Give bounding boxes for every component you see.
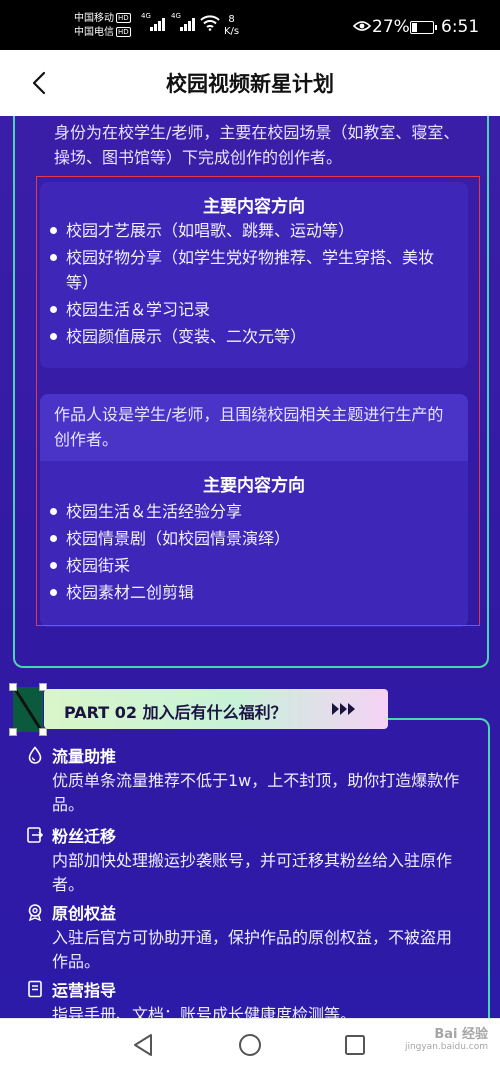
- nav-back-icon[interactable]: [132, 1033, 154, 1057]
- triple-arrow-icon: [332, 703, 355, 715]
- list-item: 校园颜值展示（变装、二次元等）: [48, 324, 448, 349]
- watermark-brand: Bai 经验: [434, 1027, 488, 1042]
- benefit-title: 粉丝迁移: [52, 827, 117, 846]
- hd-badge: HD: [116, 13, 131, 23]
- benefit-title: 流量助推: [52, 747, 117, 766]
- benefit-title: 原创权益: [52, 904, 117, 923]
- carrier-labels: 中国移动 HD 中国电信 HD: [74, 12, 131, 40]
- list-item: 校园街采: [48, 553, 448, 578]
- list-item: 校园才艺展示（如唱歌、跳舞、运动等）: [48, 218, 448, 243]
- content-direction-panel-2: 主要内容方向 校园生活＆生活经验分享 校园情景剧（如校园情景演绎） 校园街采 校…: [40, 461, 468, 627]
- benefit-original-rights: 原创权益 入驻后官方可协助开通，保护作品的原创权益，不被盗用作品。: [26, 900, 466, 971]
- system-nav-bar: Bai 经验 jingyan.baidu.com: [0, 1018, 500, 1070]
- app-header: 校园视频新星计划: [0, 50, 500, 116]
- guide-icon: [28, 980, 42, 998]
- eye-comfort-icon: [353, 21, 371, 31]
- content-direction-panel-1: 主要内容方向 校园才艺展示（如唱歌、跳舞、运动等） 校园好物分享（如学生党好物推…: [40, 182, 468, 368]
- nav-home-icon[interactable]: [238, 1033, 262, 1057]
- list-item: 校园生活＆学习记录: [48, 297, 448, 322]
- benefit-description: 入驻后官方可协助开通，保护作品的原创权益，不被盗用作品。: [52, 928, 453, 971]
- creator-type-1-description: 身份为在校学生/老师，主要在校园场景（如教室、寝室、操场、图书馆等）下完成创作的…: [54, 123, 460, 167]
- signal-icon: 4G: [141, 12, 165, 31]
- benefit-title: 运营指导: [52, 981, 117, 1000]
- benefit-description: 优质单条流量推荐不低于1w，上不封顶，助你打造爆款作品。: [52, 771, 460, 814]
- section-title: 主要内容方向: [203, 197, 305, 217]
- transfer-icon: [27, 827, 44, 843]
- carrier-1: 中国移动: [74, 13, 114, 24]
- hd-badge: HD: [116, 27, 131, 37]
- badge-icon: [28, 904, 42, 921]
- water-drop-icon: [28, 746, 42, 764]
- benefit-fan-migration: 粉丝迁移 内部加快处理搬运抄袭账号，并可迁移其粉丝给入驻原作者。: [26, 823, 466, 894]
- watermark: Bai 经验 jingyan.baidu.com: [405, 1023, 488, 1052]
- status-bar: 中国移动 HD 中国电信 HD 4G 4G 8 K/s 27% 6:51: [0, 0, 500, 50]
- benefit-operation-guide: 运营指导 指导手册、文档：账号成长健康度检测等。: [26, 977, 466, 1018]
- creator-type-2-box: 作品人设是学生/老师，且围绕校园相关主题进行生产的创作者。: [40, 394, 468, 461]
- slash-icon: [13, 687, 43, 732]
- benefit-traffic-boost: 流量助推 优质单条流量推荐不低于1w，上不封顶，助你打造爆款作品。: [26, 743, 466, 814]
- wifi-icon: [200, 15, 220, 31]
- nav-recent-apps-icon[interactable]: [344, 1034, 366, 1056]
- creator-type-2-description: 作品人设是学生/老师，且围绕校园相关主题进行生产的创作者。: [54, 405, 444, 449]
- part02-banner: PART 02 加入后有什么福利？: [44, 689, 388, 729]
- part02-label: PART 02 加入后有什么福利？: [64, 703, 287, 722]
- watermark-url: jingyan.baidu.com: [404, 1042, 488, 1052]
- selection-handle[interactable]: [9, 683, 47, 736]
- battery-percent: 27%: [372, 17, 410, 37]
- benefit-description: 指导手册、文档：账号成长健康度检测等。: [52, 1005, 357, 1018]
- page-title: 校园视频新星计划: [166, 72, 334, 96]
- list-item: 校园生活＆生活经验分享: [48, 499, 448, 524]
- status-time: 6:51: [441, 17, 480, 37]
- benefit-description: 内部加快处理搬运抄袭账号，并可迁移其粉丝给入驻原作者。: [52, 851, 453, 894]
- list-item: 校园素材二创剪辑: [48, 580, 448, 605]
- section-title: 主要内容方向: [203, 476, 305, 496]
- scroll-content[interactable]: 身份为在校学生/老师，主要在校园场景（如教室、寝室、操场、图书馆等）下完成创作的…: [0, 116, 500, 1018]
- list-item: 校园好物分享（如学生党好物推荐、学生穿搭、美妆等）: [48, 245, 448, 295]
- network-speed: 8 K/s: [224, 14, 240, 37]
- battery-icon: [410, 21, 437, 34]
- carrier-2: 中国电信: [74, 27, 114, 38]
- content-direction-list-1: 校园才艺展示（如唱歌、跳舞、运动等） 校园好物分享（如学生党好物推荐、学生穿搭、…: [48, 218, 448, 351]
- list-item: 校园情景剧（如校园情景演绎）: [48, 526, 448, 551]
- content-direction-list-2: 校园生活＆生活经验分享 校园情景剧（如校园情景演绎） 校园街采 校园素材二创剪辑: [48, 499, 448, 607]
- signal-icon: 4G: [171, 12, 195, 31]
